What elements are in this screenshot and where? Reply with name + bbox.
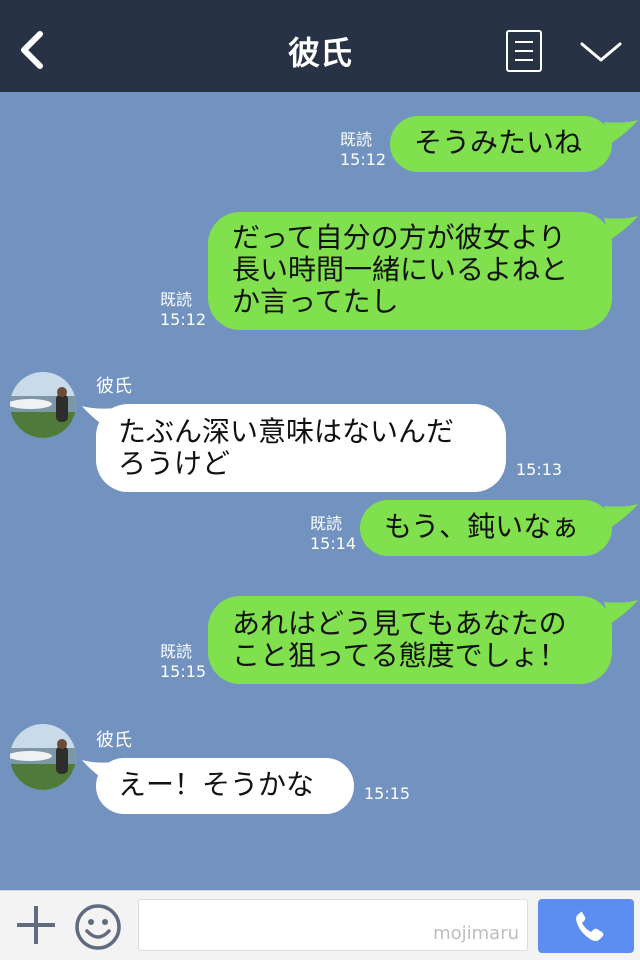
message-list[interactable]: 既読 15:12 そうみたいね 既読 15:12 だって自分の方が彼女より 長い… (0, 92, 640, 890)
sender-name: 彼氏 (96, 376, 132, 397)
chat-header: 彼氏 (0, 0, 640, 92)
message-meta: 既読 15:14 (310, 514, 356, 554)
bubble-tail (604, 600, 638, 624)
message-line: もう、鈍いなぁ (384, 510, 580, 543)
message-line: こと狙ってる態度でしょ！ (232, 639, 567, 672)
message-line: か言ってたし (232, 285, 399, 318)
call-button[interactable] (538, 899, 634, 953)
phone-icon (576, 911, 604, 941)
bubble-tail (604, 120, 638, 144)
timestamp: 15:14 (310, 534, 357, 553)
message-line: えー！そうかな (118, 768, 315, 801)
timestamp: 15:15 (160, 662, 207, 681)
input-bar: mojimaru (0, 890, 640, 960)
timestamp: 15:13 (516, 460, 563, 479)
avatar[interactable] (10, 372, 76, 438)
read-receipt: 既読 (160, 642, 193, 661)
message-bubble[interactable]: だって自分の方が彼女より 長い時間一緒にいるよねと か言ってたし (208, 212, 612, 330)
message-bubble[interactable]: そうみたいね (390, 116, 612, 172)
sender-name: 彼氏 (96, 730, 132, 751)
read-receipt: 既読 (340, 130, 373, 149)
expand-button[interactable] (578, 34, 624, 68)
message-line: あれはどう見てもあなたの (232, 607, 567, 640)
plus-icon (17, 906, 55, 944)
timestamp: 15:12 (340, 150, 387, 169)
chat-title: 彼氏 (287, 34, 352, 72)
avatar-photo-icon (10, 372, 76, 438)
message-meta: 既読 15:12 (340, 130, 386, 170)
avatar[interactable] (10, 724, 76, 790)
message-bubble[interactable]: あれはどう見てもあなたの こと狙ってる態度でしょ！ (208, 596, 612, 684)
message-meta: 既読 15:15 (160, 642, 206, 682)
message-line: 長い時間一緒にいるよねと (232, 253, 569, 286)
message-line: ろうけど (118, 447, 231, 480)
message-line: そうみたいね (414, 126, 583, 159)
message-bubble[interactable]: たぶん深い意味はないんだ ろうけど (96, 404, 506, 492)
bubble-tail (604, 216, 638, 240)
read-receipt: 既読 (310, 514, 343, 533)
message-bubble[interactable]: えー！そうかな (96, 758, 354, 814)
avatar-photo-icon (10, 724, 76, 790)
bubble-tail (604, 504, 638, 528)
add-button[interactable] (14, 903, 58, 947)
chevron-down-icon (580, 42, 622, 62)
smiley-icon (75, 904, 121, 950)
emoji-button[interactable] (74, 903, 122, 951)
message-line: だって自分の方が彼女より (232, 221, 567, 254)
timestamp: 15:15 (364, 784, 411, 803)
message-bubble[interactable]: もう、鈍いなぁ (360, 500, 612, 556)
message-line: たぶん深い意味はないんだ (118, 415, 455, 448)
timestamp: 15:12 (160, 310, 207, 329)
watermark: mojimaru (433, 923, 519, 944)
message-input[interactable]: mojimaru (138, 899, 528, 951)
menu-list-icon[interactable] (506, 30, 542, 72)
read-receipt: 既読 (160, 290, 193, 309)
message-meta: 既読 15:12 (160, 290, 206, 330)
